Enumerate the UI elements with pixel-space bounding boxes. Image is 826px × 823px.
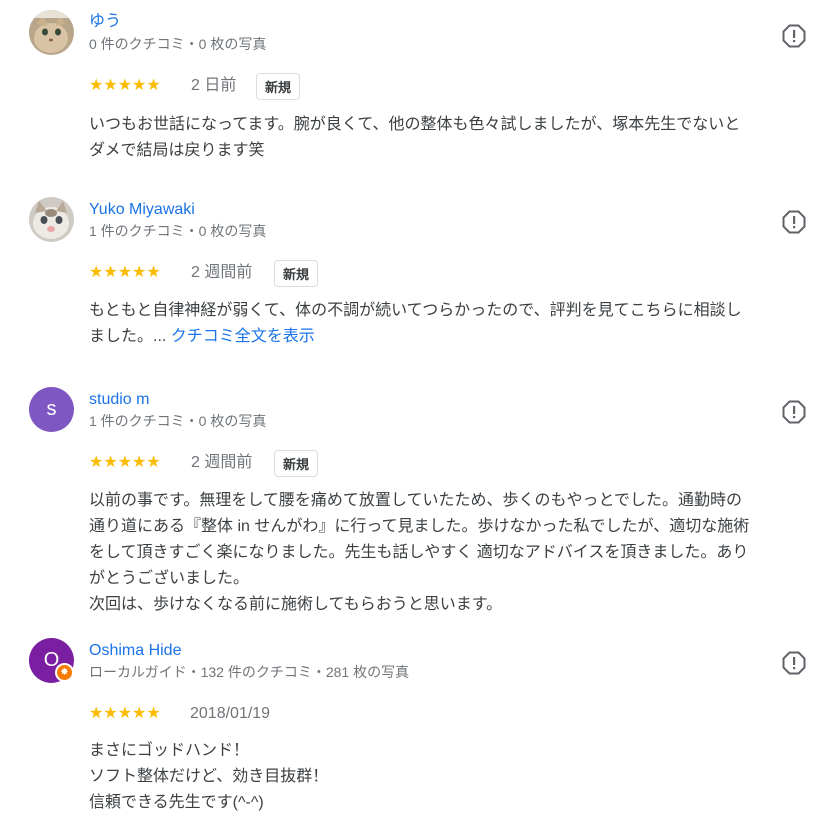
reviewer-meta: 1 件のクチコミ・0 枚の写真 (89, 223, 267, 239)
review-item: O ✸ Oshima Hide ローカルガイド・132 件のクチコミ・281 枚… (0, 625, 826, 823)
reviewer-name[interactable]: Yuko Miyawaki (89, 200, 195, 220)
reviewer-name[interactable]: ゆう (89, 12, 121, 32)
review-date: 2 週間前 (191, 264, 253, 281)
show-full-review-link[interactable]: クチコミ全文を表示 (171, 328, 315, 345)
review-text: 以前の事です。無理をして腰を痛めて放置していたため、歩くのもやっとでした。通勤時… (89, 492, 750, 613)
kitten-avatar-icon (29, 197, 74, 242)
review-item: Yuko Miyawaki 1 件のクチコミ・0 枚の写真 ★★★★★ 2 週間… (0, 185, 826, 375)
report-flag-icon[interactable] (781, 209, 807, 235)
cat-avatar-icon (29, 10, 74, 55)
review-date: 2 日前 (191, 77, 237, 94)
report-flag-icon[interactable] (781, 23, 807, 49)
report-flag-icon[interactable] (781, 650, 807, 676)
new-badge: 新規 (274, 450, 318, 477)
report-flag-icon[interactable] (781, 399, 807, 425)
review-text: まさにゴッドハンド！ ソフト整体だけど、効き目抜群！ 信頼できる先生です(^-^… (89, 742, 329, 811)
review-date: 2 週間前 (191, 454, 253, 471)
review-text: もともと自律神経が弱くて、体の不調が続いてつらかったので、評判を見てこちらに相談… (89, 298, 819, 350)
reviewer-meta: 1 件のクチコミ・0 枚の写真 (89, 413, 267, 429)
reviewer-meta: 0 件のクチコミ・0 枚の写真 (89, 36, 267, 52)
local-guide-badge: ✸ (55, 663, 74, 682)
reviewer-name[interactable]: Oshima Hide (89, 641, 181, 661)
review-text: いつもお世話になってます。腕が良くて、他の整体も色々試しましたが、塚本先生でない… (89, 116, 741, 159)
star-rating: ★★★★★ (89, 705, 161, 722)
star-rating: ★★★★★ (89, 454, 161, 471)
star-rating: ★★★★★ (89, 264, 161, 281)
star-rating: ★★★★★ (89, 77, 161, 94)
review-date: 2018/01/19 (190, 705, 271, 722)
new-badge: 新規 (274, 260, 318, 287)
reviewer-meta: ローカルガイド・132 件のクチコミ・281 枚の写真 (89, 664, 410, 680)
reviewer-avatar[interactable]: s (29, 387, 74, 432)
review-item: ゆう 0 件のクチコミ・0 枚の写真 ★★★★★ 2 日前 新規 いつもお世話に… (0, 0, 826, 185)
reviewer-name[interactable]: studio m (89, 390, 149, 410)
local-guide-star-icon: ✸ (57, 665, 72, 680)
reviewer-avatar[interactable] (29, 197, 74, 242)
review-item: s studio m 1 件のクチコミ・0 枚の写真 ★★★★★ 2 週間前 新… (0, 375, 826, 625)
new-badge: 新規 (256, 73, 300, 100)
reviewer-avatar[interactable] (29, 10, 74, 55)
